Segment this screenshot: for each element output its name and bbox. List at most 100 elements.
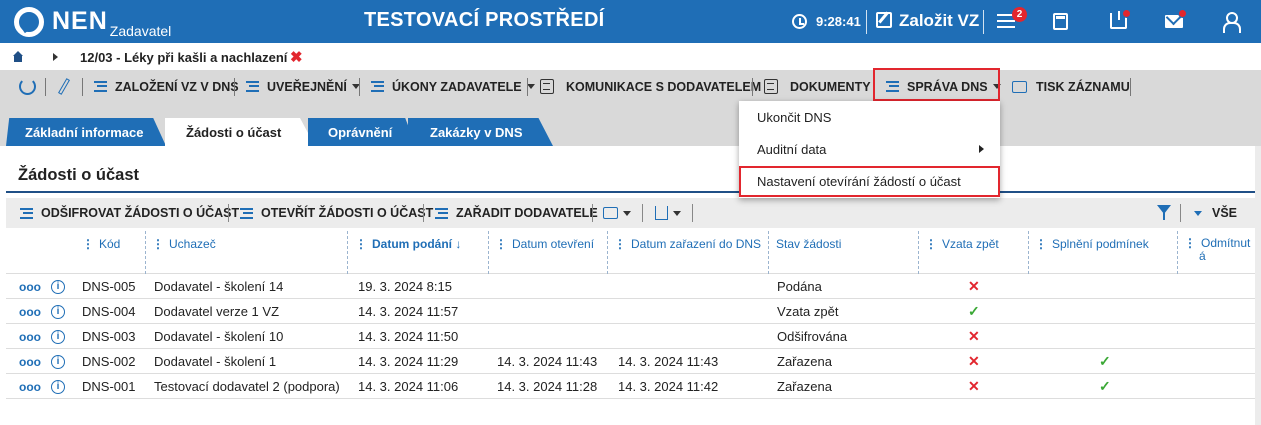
row-actions: ooo i [19, 299, 65, 324]
column-uchazec[interactable]: ⋮ Uchazeč [152, 228, 216, 274]
more-options-icon[interactable]: ooo [19, 305, 41, 319]
cell-vzata-zpet: ✕ [968, 278, 980, 294]
cell-datum-zarazeni: 14. 3. 2024 11:42 [618, 379, 719, 394]
export-menu[interactable] [655, 198, 681, 228]
divider [692, 204, 693, 222]
mail-alert-dot [1178, 9, 1187, 18]
cell-vzata-zpet: ✕ [968, 328, 980, 344]
tisk-zaznamu-button[interactable]: TISK ZÁZNAMU [1012, 70, 1130, 103]
close-breadcrumb-icon[interactable]: ✖ [290, 48, 303, 66]
info-icon[interactable]: i [51, 304, 65, 319]
list-icon [371, 81, 384, 92]
printer-icon [1012, 80, 1027, 93]
title-underline [6, 191, 1255, 193]
cell-datum-podani: 14. 3. 2024 11:50 [358, 329, 459, 344]
top-bar: NEN Zadavatel TESTOVACÍ PROSTŘEDÍ 9:28:4… [0, 0, 1261, 43]
user-icon[interactable] [1223, 12, 1241, 33]
nen-logo-icon [14, 7, 44, 37]
session-timer: 9:28:41 [816, 14, 861, 29]
nen-logo[interactable]: NEN Zadavatel [14, 6, 172, 39]
more-options-icon[interactable]: ooo [19, 355, 41, 369]
info-icon[interactable]: i [51, 354, 65, 369]
cell-kod: DNS-001 [82, 379, 136, 394]
column-divider [1177, 231, 1178, 274]
more-options-icon[interactable]: ooo [19, 330, 41, 344]
zaradit-dodavatele-button[interactable]: ZAŘADIT DODAVATELE [435, 198, 598, 228]
menu-item-ukoncit-dns[interactable]: Ukončit DNS [757, 110, 831, 125]
divider [234, 78, 235, 96]
column-vzata-zpet[interactable]: ⋮ Vzata zpět [925, 228, 999, 274]
komunikace-button[interactable]: KOMUNIKACE S DODAVATELEM [540, 70, 761, 103]
column-divider [347, 231, 348, 274]
divider [228, 204, 229, 222]
tab-opravneni[interactable]: Oprávnění [308, 118, 416, 146]
cell-splneni: ✓ [1099, 353, 1111, 369]
column-splneni[interactable]: ⋮ Splnění podmínek [1035, 228, 1149, 274]
caret-down-icon [1194, 210, 1202, 216]
cell-uchazec: Dodavatel verze 1 VZ [154, 304, 280, 319]
breadcrumb-current[interactable]: 12/03 - Léky při kašli a nachlazení [80, 50, 287, 65]
vertical-scrollbar[interactable] [1255, 146, 1261, 425]
cell-uchazec: Dodavatel - školení 1 [154, 354, 277, 369]
otevrit-button[interactable]: OTEVŘÍT ŽÁDOSTI O ÚČAST [240, 198, 433, 228]
upload-icon [655, 206, 668, 220]
more-options-icon[interactable]: ooo [19, 280, 41, 294]
divider [1130, 78, 1131, 96]
cell-splneni: ✓ [1099, 378, 1111, 394]
column-divider [918, 231, 919, 274]
logo-subtitle: Zadavatel [109, 23, 172, 39]
chevron-right-icon [53, 53, 58, 61]
sprava-dns-highlight [873, 68, 1000, 101]
home-icon[interactable] [12, 51, 24, 62]
cell-stav: Vzata zpět [777, 304, 839, 319]
info-icon[interactable]: i [51, 279, 65, 294]
cell-datum-podani: 14. 3. 2024 11:29 [358, 354, 459, 369]
column-datum-podani[interactable]: ⋮ Datum podání ↓ [355, 228, 461, 274]
info-icon[interactable]: i [51, 379, 65, 394]
more-options-icon[interactable]: ooo [19, 380, 41, 394]
divider [752, 78, 753, 96]
breadcrumb: 12/03 - Léky při kašli a nachlazení ✖ [0, 43, 1261, 70]
list-icon [246, 81, 259, 92]
create-contract-button[interactable]: Založit VZ [899, 11, 979, 31]
print-menu[interactable] [603, 198, 631, 228]
view-all-menu[interactable]: VŠE [1194, 198, 1237, 228]
divider [359, 78, 360, 96]
column-divider [1028, 231, 1029, 274]
cell-datum-otevreni: 14. 3. 2024 11:28 [497, 379, 598, 394]
cell-vzata-zpet: ✓ [968, 303, 980, 319]
cell-kod: DNS-002 [82, 354, 136, 369]
refresh-icon[interactable] [19, 78, 36, 95]
document-icon [540, 79, 554, 94]
column-datum-otevreni[interactable]: ⋮ Datum otevření [495, 228, 594, 274]
row-actions: ooo i [19, 324, 65, 349]
notification-badge: 2 [1012, 7, 1027, 22]
row-actions: ooo i [19, 374, 65, 399]
cell-datum-zarazeni: 14. 3. 2024 11:43 [618, 354, 719, 369]
divider [1180, 204, 1181, 222]
list-icon [94, 81, 107, 92]
tab-zakladni-informace[interactable]: Základní informace [6, 118, 166, 146]
filter-icon[interactable] [1157, 205, 1171, 220]
zalozeni-vz-dns-button[interactable]: ZALOŽENÍ VZ V DNS [94, 70, 239, 103]
odsifrovat-button[interactable]: ODŠIFROVAT ŽÁDOSTI O ÚČAST [20, 198, 239, 228]
cell-kod: DNS-004 [82, 304, 136, 319]
tab-zadosti-o-ucast[interactable]: Žádosti o účast [165, 118, 315, 146]
divider [45, 78, 46, 96]
edit-icon[interactable] [876, 12, 892, 28]
column-odmitnuta[interactable]: ⋮ Odmítnut á [1184, 228, 1250, 274]
info-icon[interactable]: i [51, 329, 65, 344]
clock-icon [792, 14, 807, 29]
menu-item-highlight [739, 166, 1000, 197]
calculator-icon[interactable] [1053, 13, 1068, 30]
cell-uchazec: Dodavatel - školení 10 [154, 329, 284, 344]
ukony-zadavatele-menu[interactable]: ÚKONY ZADAVATELE [371, 70, 535, 103]
dokumenty-button[interactable]: DOKUMENTY [764, 70, 871, 103]
menu-item-auditni-data[interactable]: Auditní data [757, 142, 826, 157]
column-datum-zarazeni[interactable]: ⋮ Datum zařazení do DNS [614, 228, 761, 274]
tab-zakazky-v-dns[interactable]: Zakázky v DNS [408, 118, 553, 146]
cell-stav: Podána [777, 279, 822, 294]
column-kod[interactable]: ⋮ Kód [82, 228, 120, 274]
uverejneni-menu[interactable]: UVEŘEJNĚNÍ [246, 70, 360, 103]
column-stav[interactable]: Stav žádosti [776, 228, 841, 274]
